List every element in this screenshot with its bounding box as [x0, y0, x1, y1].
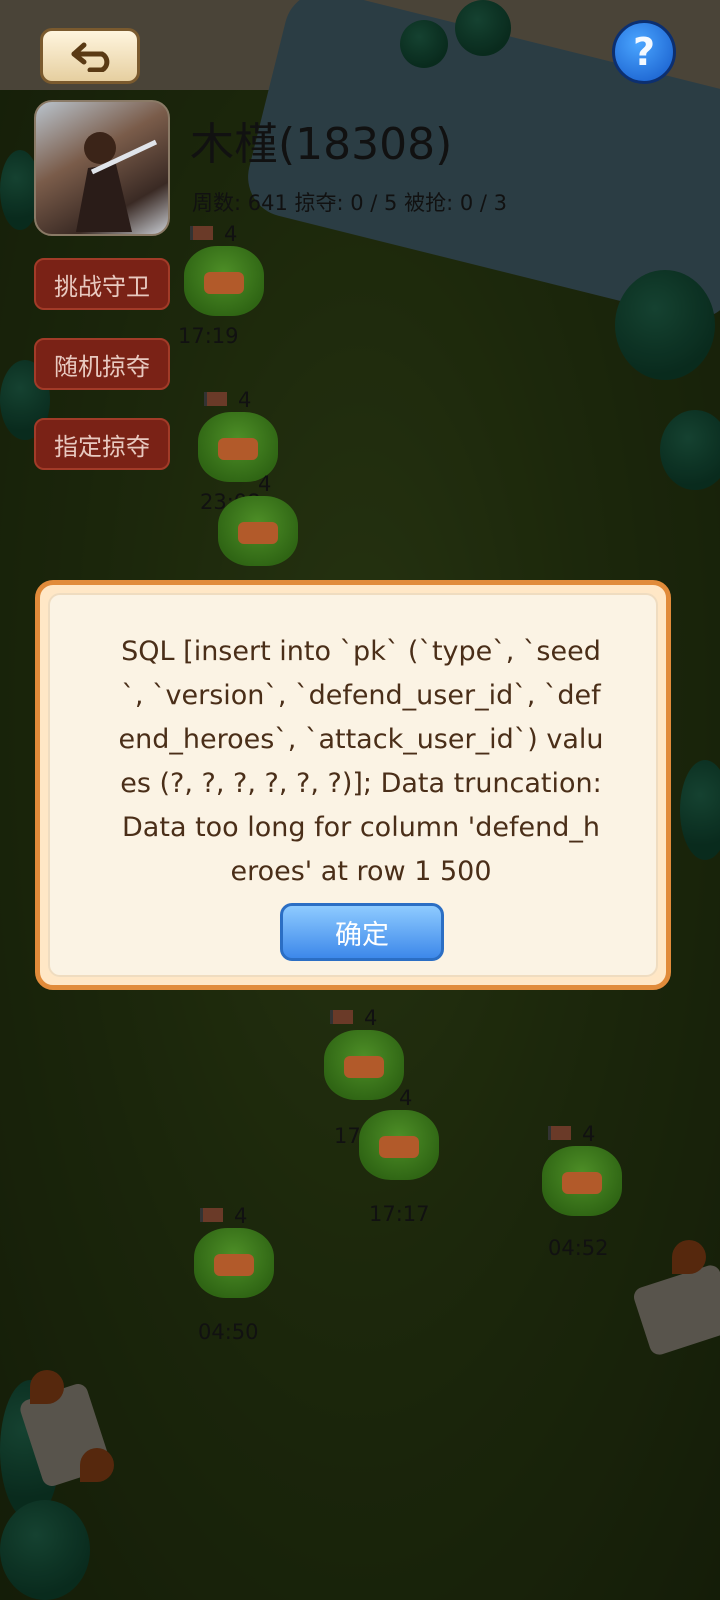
enemy-level: 4	[224, 222, 238, 246]
map-enemy-marker[interactable]: 4 17:19	[178, 222, 280, 376]
targeted-raid-button[interactable]: 指定掠夺	[34, 418, 170, 470]
help-button[interactable]: ?	[612, 20, 676, 84]
flag-icon	[190, 226, 213, 240]
monster-icon	[542, 1146, 622, 1216]
flag-icon	[200, 1208, 223, 1222]
enemy-timer: 17:17	[369, 1202, 430, 1226]
flag-icon	[548, 1126, 571, 1140]
enemy-timer: 17:19	[178, 324, 239, 348]
enemy-level: 4	[258, 472, 272, 496]
error-message: SQL [insert into `pk` (`type`, `seed`, `…	[118, 636, 604, 887]
enemy-level: 4	[234, 1204, 248, 1228]
enemy-level: 4	[582, 1122, 596, 1146]
flag-icon	[204, 392, 227, 406]
dialog-panel: SQL [insert into `pk` (`type`, `seed`, `…	[48, 593, 658, 977]
help-icon: ?	[632, 30, 656, 74]
enemy-level: 4	[399, 1086, 413, 1110]
monster-icon	[359, 1110, 439, 1180]
monster-icon	[218, 496, 298, 566]
enemy-timer: 04:52	[548, 1236, 609, 1260]
flag-icon	[330, 1010, 353, 1024]
confirm-button[interactable]: 确定	[280, 903, 444, 961]
map-enemy-marker[interactable]: 4 04:50	[190, 1204, 290, 1358]
random-raid-button[interactable]: 随机掠夺	[34, 338, 170, 390]
map-enemy-marker[interactable]: 4 17:17	[355, 1086, 455, 1240]
enemy-level: 4	[364, 1006, 378, 1030]
player-avatar[interactable]	[34, 100, 170, 236]
challenge-guard-button[interactable]: 挑战守卫	[34, 258, 170, 310]
player-stats: 周数: 641 掠夺: 0 / 5 被抢: 0 / 3	[192, 191, 507, 215]
error-dialog: SQL [insert into `pk` (`type`, `seed`, `…	[35, 580, 671, 990]
enemy-level: 4	[238, 388, 252, 412]
map-enemy-marker[interactable]: 4 04:52	[538, 1122, 638, 1276]
monster-icon	[184, 246, 264, 316]
hero-portrait-icon	[76, 132, 158, 232]
enemy-timer: 04:50	[198, 1320, 259, 1344]
back-button[interactable]	[40, 28, 140, 84]
player-name: 木槿(18308)	[190, 119, 453, 170]
monster-icon	[194, 1228, 274, 1298]
back-arrow-icon	[71, 42, 110, 72]
